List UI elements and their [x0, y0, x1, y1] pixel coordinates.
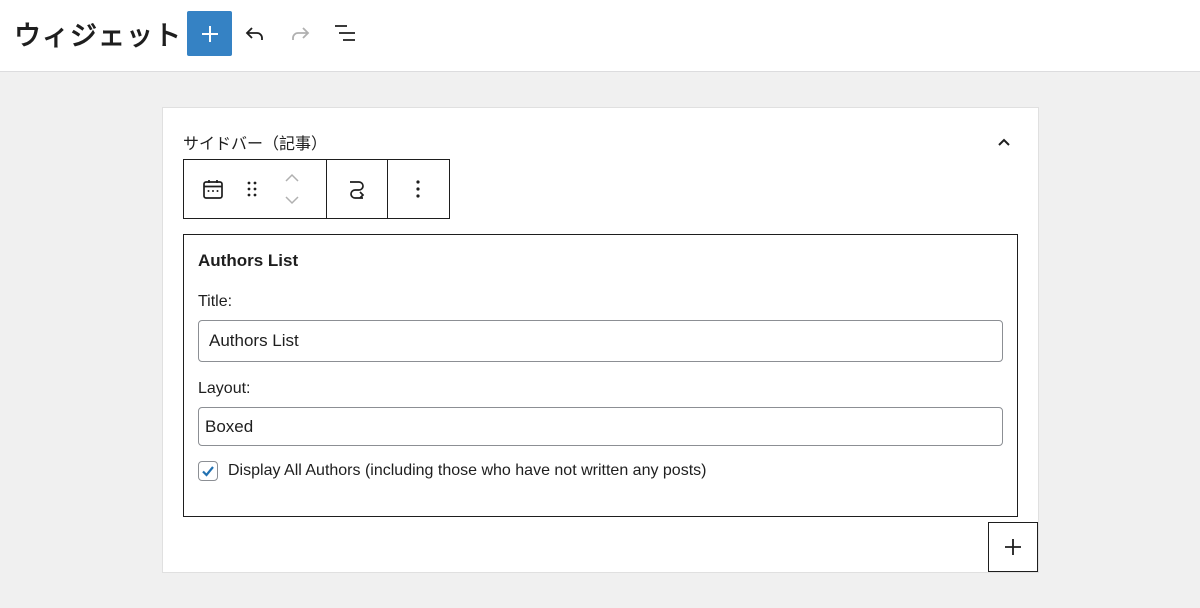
authors-list-widget: Authors List Title: Authors List Layout:… — [183, 234, 1018, 517]
editor-header: ウィジェット — [0, 0, 1200, 72]
move-down-icon — [285, 196, 299, 205]
redo-icon — [292, 27, 310, 40]
plus-icon — [201, 25, 218, 42]
drag-handle-icon — [247, 181, 257, 197]
title-input[interactable]: Authors List — [198, 320, 1003, 362]
page-title: ウィジェット — [14, 21, 182, 52]
block-type-button[interactable] — [184, 160, 242, 218]
more-options-button[interactable] — [388, 160, 448, 218]
block-toolbar — [183, 159, 450, 219]
move-up-button[interactable] — [283, 167, 301, 189]
layout-select[interactable]: Boxed — [198, 407, 1003, 446]
calendar-icon — [203, 180, 223, 199]
mover-controls — [262, 160, 322, 218]
redo-button[interactable] — [282, 15, 318, 51]
layout-label: Layout: — [198, 380, 251, 397]
widget-area-panel: サイドバー（記事） Authors List Title: Authors Li… — [162, 107, 1039, 573]
transform-icon — [350, 181, 365, 199]
chevron-up-icon[interactable] — [992, 130, 1016, 154]
display-all-authors-label: Display All Authors (including those who… — [228, 462, 707, 479]
checkmark-icon — [202, 466, 214, 477]
block-toolbar-group-options — [388, 160, 449, 218]
list-view-icon — [335, 25, 355, 41]
plus-icon — [1005, 539, 1021, 555]
block-toolbar-group-transform — [327, 160, 388, 218]
drag-handle[interactable] — [242, 160, 262, 218]
more-options-icon — [416, 180, 420, 198]
move-up-icon — [285, 173, 299, 182]
block-toolbar-group-main — [184, 160, 327, 218]
display-all-authors-checkbox[interactable] — [198, 461, 218, 481]
move-down-button[interactable] — [283, 189, 301, 211]
display-all-authors-row: Display All Authors (including those who… — [198, 461, 706, 481]
title-label: Title: — [198, 293, 233, 310]
widget-area-title[interactable]: サイドバー（記事） — [183, 130, 327, 154]
transform-button[interactable] — [327, 160, 387, 218]
undo-button[interactable] — [237, 15, 273, 51]
widget-heading: Authors List — [198, 251, 299, 270]
add-block-button[interactable] — [187, 11, 232, 56]
undo-icon — [245, 27, 263, 40]
list-view-button[interactable] — [327, 15, 363, 51]
add-block-inline-button[interactable] — [988, 522, 1038, 572]
